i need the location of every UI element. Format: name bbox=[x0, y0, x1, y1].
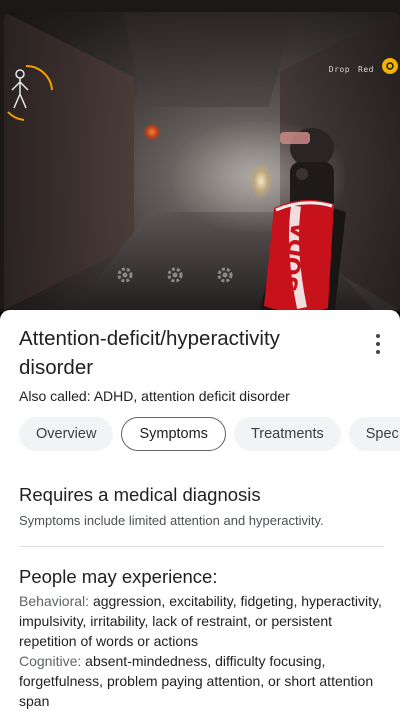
diagnosis-heading: Requires a medical diagnosis bbox=[19, 484, 261, 505]
knowledge-panel: Attention-deficit/hyperactivity disorder… bbox=[0, 310, 400, 711]
gear-icon bbox=[117, 267, 133, 283]
soda-can: SODA bbox=[260, 199, 346, 310]
hud-hint-key: Red bbox=[358, 65, 374, 74]
tab-bar: Overview Symptoms Treatments Spec bbox=[19, 417, 400, 451]
corridor-ceiling bbox=[124, 12, 294, 107]
diagnosis-subtitle: Symptoms include limited attention and h… bbox=[19, 513, 324, 528]
tab-specialists[interactable]: Spec bbox=[348, 417, 400, 451]
section-divider bbox=[19, 546, 384, 547]
experience-heading: People may experience: bbox=[19, 566, 218, 587]
cognitive-symptoms: Cognitive: absent-mindedness, difficulty… bbox=[19, 651, 389, 711]
behavioral-label: Behavioral: bbox=[19, 593, 90, 609]
cognitive-label: Cognitive: bbox=[19, 653, 82, 669]
behavioral-symptoms: Behavioral: aggression, excitability, fi… bbox=[19, 591, 389, 651]
more-options-icon[interactable] bbox=[374, 334, 382, 354]
panel-title: Attention-deficit/hyperactivity disorder bbox=[19, 327, 280, 379]
gear-icon bbox=[167, 267, 183, 283]
tab-treatments[interactable]: Treatments bbox=[233, 417, 341, 451]
hud-badge-icon bbox=[382, 58, 398, 74]
gear-icon bbox=[217, 267, 233, 283]
gear-row bbox=[114, 264, 254, 292]
tab-symptoms[interactable]: Symptoms bbox=[121, 417, 226, 451]
game-screenshot: Drop Red SODA bbox=[0, 0, 400, 312]
alias-text: Also called: ADHD, attention deficit dis… bbox=[19, 388, 290, 404]
hud-hint: Drop Red bbox=[329, 65, 374, 74]
hud-hint-label: Drop bbox=[328, 65, 351, 74]
fire-ember bbox=[144, 124, 160, 140]
player-status-icon bbox=[7, 64, 53, 121]
game-scene: Drop Red SODA bbox=[4, 12, 400, 310]
tab-overview[interactable]: Overview bbox=[19, 417, 114, 451]
